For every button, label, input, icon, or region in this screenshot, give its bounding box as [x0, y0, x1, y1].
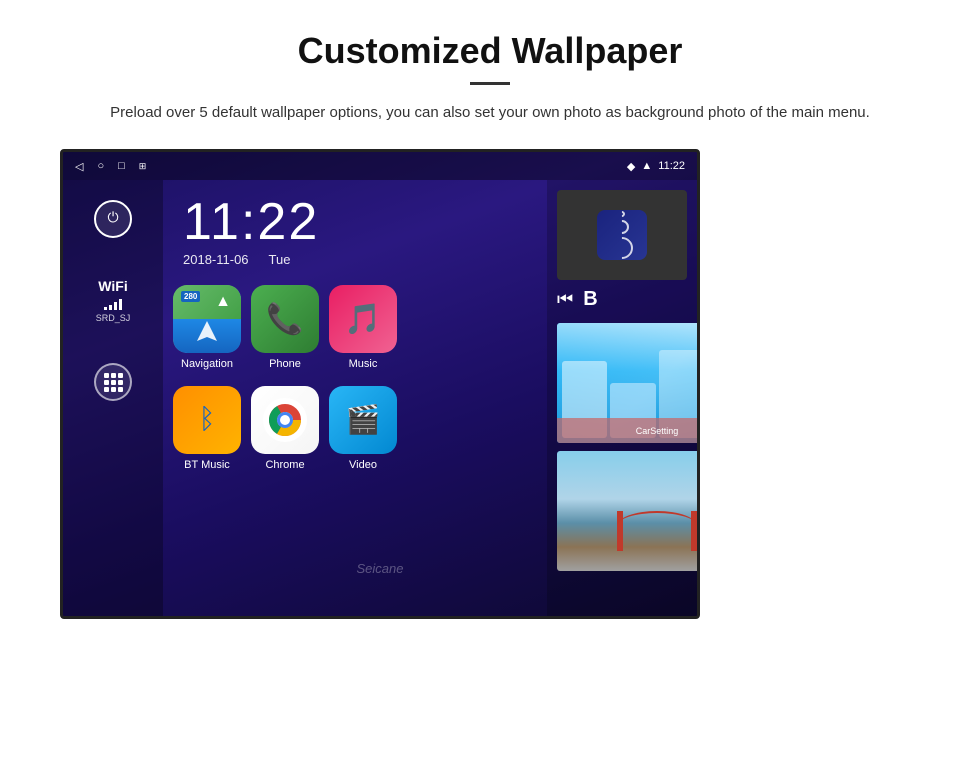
back-icon: ◁ — [75, 160, 83, 173]
page-container: Customized Wallpaper Preload over 5 defa… — [0, 0, 980, 639]
wallpaper-thumb-ice[interactable]: CarSetting — [557, 323, 700, 443]
wifi-bar-2 — [109, 305, 112, 310]
music-icon-img: 🎵 — [329, 285, 397, 353]
next-track-label: B — [583, 288, 597, 311]
apps-row-2: ᛒ BT Music — [163, 378, 547, 479]
chrome-icon-img — [251, 386, 319, 454]
clock-time: 11:22 — [183, 196, 527, 248]
wifi-bar-4 — [119, 299, 122, 310]
power-button[interactable]: ⏻ — [94, 200, 132, 238]
car-setting-label: CarSetting — [636, 426, 679, 436]
page-description: Preload over 5 default wallpaper options… — [80, 101, 900, 125]
navigation-icon-img: 280 ▲ — [173, 285, 241, 353]
signal-waves — [611, 211, 633, 259]
phone-icon: 📞 — [266, 302, 303, 337]
wave-3 — [606, 232, 637, 263]
prev-track-button[interactable]: ⏮ — [557, 289, 573, 310]
wallpaper-thumb-bridge[interactable] — [557, 451, 700, 571]
status-bar: ◁ ○ □ ⊞ ◆ ▲ 11:22 — [63, 152, 697, 180]
phone-label: Phone — [269, 358, 301, 370]
android-screen: ◁ ○ □ ⊞ ◆ ▲ 11:22 — [60, 149, 700, 619]
wifi-bar-1 — [104, 307, 107, 310]
app-chrome[interactable]: Chrome — [251, 386, 319, 471]
power-icon: ⏻ — [107, 211, 118, 227]
wifi-bars — [96, 298, 131, 310]
nav-app-inner: 280 ▲ — [173, 285, 241, 353]
car-setting-area: CarSetting — [557, 418, 700, 443]
music-icon: 🎵 — [344, 302, 381, 337]
apps-grid-button[interactable] — [94, 363, 132, 401]
video-label: Video — [349, 459, 377, 471]
clock-section: 11:22 2018-11-06 Tue — [163, 180, 547, 277]
center-content: 11:22 2018-11-06 Tue — [163, 180, 547, 616]
status-time: 11:22 — [658, 160, 685, 172]
screen-body: ⏻ WiFi SRD_SJ — [63, 180, 697, 616]
status-right-icons: ◆ ▲ 11:22 — [627, 160, 685, 173]
clock-date: 2018-11-06 Tue — [183, 252, 527, 267]
app-bt-music[interactable]: ᛒ BT Music — [173, 386, 241, 471]
signal-icon — [597, 210, 647, 260]
wave-2 — [612, 217, 632, 237]
chrome-label: Chrome — [265, 459, 304, 471]
app-navigation[interactable]: 280 ▲ Navigation — [173, 285, 241, 370]
video-icon-img: 🎬 — [329, 386, 397, 454]
apps-row-1: 280 ▲ Navigation — [163, 277, 547, 378]
media-card — [557, 190, 687, 280]
video-icon: 🎬 — [346, 403, 381, 437]
date-value: 2018-11-06 — [183, 252, 249, 267]
title-divider — [470, 82, 510, 85]
screenshot-icon: ⊞ — [139, 161, 147, 172]
wifi-status-icon: ▲ — [641, 160, 652, 172]
left-sidebar: ⏻ WiFi SRD_SJ — [63, 180, 163, 616]
phone-icon-img: 📞 — [251, 285, 319, 353]
status-left-icons: ◁ ○ □ ⊞ — [75, 160, 146, 173]
wifi-network: SRD_SJ — [96, 313, 131, 323]
screen-wrapper: ◁ ○ □ ⊞ ◆ ▲ 11:22 — [60, 149, 920, 619]
chrome-svg — [263, 398, 307, 442]
bridge-structure — [597, 501, 700, 551]
wifi-label: WiFi — [96, 278, 131, 294]
music-label: Music — [349, 358, 378, 370]
app-video[interactable]: 🎬 Video — [329, 386, 397, 471]
wave-1 — [618, 210, 626, 218]
screen-watermark: Seicane — [357, 561, 404, 576]
bt-music-icon-img: ᛒ — [173, 386, 241, 454]
navigation-label: Navigation — [181, 358, 233, 370]
app-phone[interactable]: 📞 Phone — [251, 285, 319, 370]
bt-icon: ᛒ — [199, 404, 216, 436]
bridge-cables — [617, 511, 697, 541]
day-value: Tue — [269, 252, 291, 267]
wifi-bar-3 — [114, 302, 117, 310]
media-controls: ⏮ B — [557, 288, 687, 311]
app-music[interactable]: 🎵 Music — [329, 285, 397, 370]
bt-music-label: BT Music — [184, 459, 230, 471]
grid-dots-icon — [104, 373, 123, 392]
page-title: Customized Wallpaper — [60, 30, 920, 72]
right-panel: ⏮ B CarSetting — [547, 180, 697, 616]
location-icon: ◆ — [627, 160, 635, 173]
wifi-section: WiFi SRD_SJ — [96, 278, 131, 323]
recents-icon: □ — [118, 160, 125, 172]
home-icon: ○ — [97, 160, 104, 172]
